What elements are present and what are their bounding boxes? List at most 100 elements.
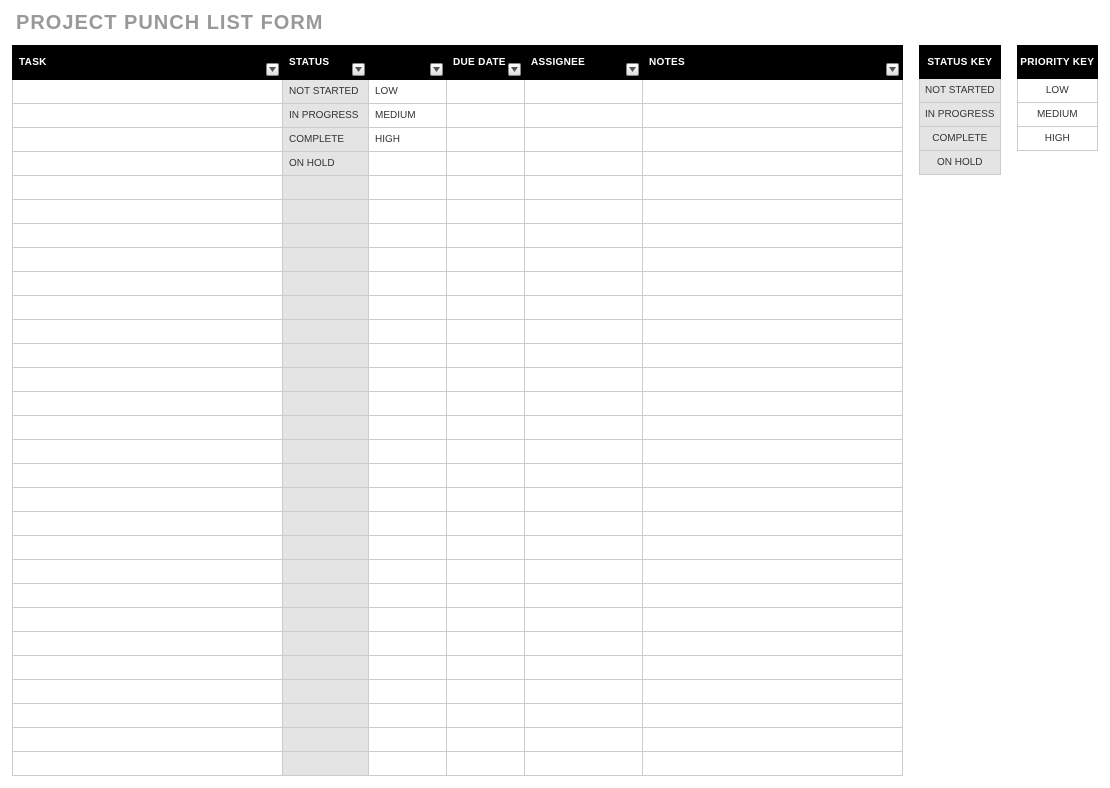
due-date-cell[interactable] [447,344,525,368]
assignee-cell[interactable] [525,224,643,248]
task-cell[interactable] [13,656,283,680]
task-cell[interactable] [13,248,283,272]
notes-cell[interactable] [643,104,903,128]
status-cell[interactable] [283,752,369,776]
assignee-cell[interactable] [525,152,643,176]
filter-due-date-button[interactable] [508,63,521,76]
notes-cell[interactable] [643,320,903,344]
status-cell[interactable] [283,728,369,752]
priority-cell[interactable] [369,608,447,632]
notes-cell[interactable] [643,488,903,512]
due-date-cell[interactable] [447,464,525,488]
status-cell[interactable] [283,656,369,680]
due-date-cell[interactable] [447,320,525,344]
due-date-cell[interactable] [447,656,525,680]
priority-cell[interactable] [369,248,447,272]
due-date-cell[interactable] [447,248,525,272]
notes-cell[interactable] [643,608,903,632]
notes-cell[interactable] [643,128,903,152]
priority-cell[interactable] [369,752,447,776]
due-date-cell[interactable] [447,152,525,176]
due-date-cell[interactable] [447,680,525,704]
notes-cell[interactable] [643,80,903,104]
task-cell[interactable] [13,152,283,176]
assignee-cell[interactable] [525,80,643,104]
status-cell[interactable] [283,464,369,488]
assignee-cell[interactable] [525,128,643,152]
due-date-cell[interactable] [447,104,525,128]
assignee-cell[interactable] [525,176,643,200]
task-cell[interactable] [13,272,283,296]
filter-notes-button[interactable] [886,63,899,76]
notes-cell[interactable] [643,680,903,704]
priority-cell[interactable] [369,176,447,200]
status-cell[interactable] [283,680,369,704]
notes-cell[interactable] [643,536,903,560]
assignee-cell[interactable] [525,296,643,320]
status-cell[interactable] [283,416,369,440]
task-cell[interactable] [13,728,283,752]
status-cell[interactable] [283,584,369,608]
due-date-cell[interactable] [447,608,525,632]
priority-cell[interactable] [369,392,447,416]
notes-cell[interactable] [643,392,903,416]
due-date-cell[interactable] [447,752,525,776]
assignee-cell[interactable] [525,104,643,128]
task-cell[interactable] [13,80,283,104]
status-cell[interactable] [283,296,369,320]
notes-cell[interactable] [643,560,903,584]
due-date-cell[interactable] [447,224,525,248]
task-cell[interactable] [13,488,283,512]
status-cell[interactable]: ON HOLD [283,152,369,176]
status-cell[interactable] [283,512,369,536]
due-date-cell[interactable] [447,728,525,752]
assignee-cell[interactable] [525,344,643,368]
due-date-cell[interactable] [447,560,525,584]
status-cell[interactable] [283,368,369,392]
assignee-cell[interactable] [525,704,643,728]
priority-cell[interactable]: HIGH [369,128,447,152]
status-cell[interactable]: NOT STARTED [283,80,369,104]
task-cell[interactable] [13,752,283,776]
priority-cell[interactable] [369,344,447,368]
task-cell[interactable] [13,584,283,608]
priority-cell[interactable] [369,680,447,704]
notes-cell[interactable] [643,176,903,200]
task-cell[interactable] [13,128,283,152]
status-cell[interactable] [283,536,369,560]
due-date-cell[interactable] [447,392,525,416]
due-date-cell[interactable] [447,440,525,464]
due-date-cell[interactable] [447,632,525,656]
notes-cell[interactable] [643,440,903,464]
task-cell[interactable] [13,440,283,464]
status-cell[interactable] [283,608,369,632]
notes-cell[interactable] [643,416,903,440]
task-cell[interactable] [13,368,283,392]
priority-cell[interactable] [369,704,447,728]
status-cell[interactable] [283,344,369,368]
status-cell[interactable]: IN PROGRESS [283,104,369,128]
assignee-cell[interactable] [525,320,643,344]
priority-cell[interactable] [369,368,447,392]
task-cell[interactable] [13,320,283,344]
status-cell[interactable] [283,560,369,584]
notes-cell[interactable] [643,464,903,488]
assignee-cell[interactable] [525,200,643,224]
notes-cell[interactable] [643,368,903,392]
status-cell[interactable] [283,248,369,272]
task-cell[interactable] [13,416,283,440]
priority-cell[interactable] [369,464,447,488]
due-date-cell[interactable] [447,488,525,512]
task-cell[interactable] [13,200,283,224]
task-cell[interactable] [13,344,283,368]
task-cell[interactable] [13,704,283,728]
notes-cell[interactable] [643,704,903,728]
notes-cell[interactable] [643,752,903,776]
notes-cell[interactable] [643,632,903,656]
assignee-cell[interactable] [525,464,643,488]
task-cell[interactable] [13,512,283,536]
filter-priority-button[interactable] [430,63,443,76]
due-date-cell[interactable] [447,80,525,104]
priority-cell[interactable]: MEDIUM [369,104,447,128]
due-date-cell[interactable] [447,368,525,392]
